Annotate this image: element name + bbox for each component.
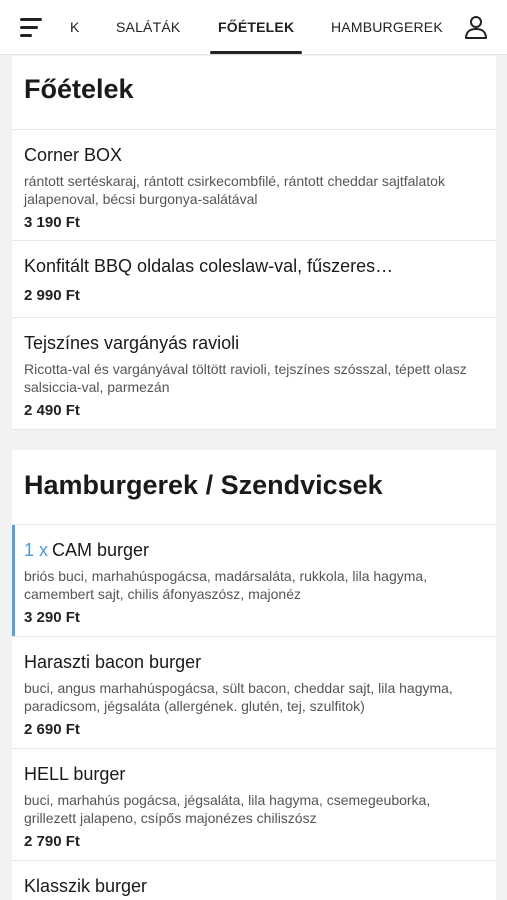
item-description: rántott sertéskaraj, rántott csirkecombf… [24, 173, 445, 207]
top-nav-bar: K SALÁTÁK FŐÉTELEK HAMBURGEREK [0, 0, 507, 55]
item-price: 3 290 Ft [24, 609, 80, 626]
item-description: briós buci, marhahúspogácsa, madársaláta… [24, 568, 428, 602]
item-name: Corner BOX [24, 145, 123, 165]
tab-k[interactable]: K [70, 0, 80, 55]
item-quantity: 1 x [24, 540, 49, 560]
tab-salatak[interactable]: SALÁTÁK [116, 0, 180, 55]
section-gap [12, 430, 496, 450]
item-name: 1 x CAM burger [24, 539, 484, 561]
item-price: 2 690 Ft [24, 721, 80, 738]
category-tabs: K SALÁTÁK FŐÉTELEK HAMBURGEREK [62, 0, 450, 55]
section-header: Főételek [12, 56, 496, 130]
item-name: Haraszti bacon burger [24, 652, 202, 672]
menu-item[interactable]: Haraszti bacon burger buci, angus marhah… [12, 637, 496, 749]
item-price: 3 190 Ft [24, 214, 80, 231]
menu-item[interactable]: Corner BOX rántott sertéskaraj, rántott … [12, 130, 496, 241]
menu-item[interactable]: HELL burger buci, marhahús pogácsa, jégs… [12, 749, 496, 861]
user-icon[interactable] [463, 14, 489, 40]
item-name: Klasszik burger [24, 876, 148, 896]
item-name-text: CAM burger [52, 540, 150, 560]
tab-foetelek[interactable]: FŐÉTELEK [218, 0, 294, 55]
tab-hamburgerek[interactable]: HAMBURGEREK [331, 0, 443, 55]
section-title: Főételek [24, 74, 134, 104]
item-price: 2 990 Ft [24, 287, 80, 304]
section-title: Hamburgerek / Szendvicsek [24, 470, 383, 500]
item-description: buci, angus marhahúspogácsa, sült bacon,… [24, 680, 453, 714]
menu-item[interactable]: Tejszínes vargányás ravioli Ricotta-val … [12, 318, 496, 430]
menu-item[interactable]: Klasszik burger [12, 861, 496, 900]
item-name: HELL burger [24, 764, 126, 784]
menu-item-selected[interactable]: 1 x CAM burger briós buci, marhahúspogács… [12, 525, 496, 637]
menu-icon[interactable] [20, 18, 44, 38]
item-price: 2 490 Ft [24, 402, 80, 419]
item-name: Tejszínes vargányás ravioli [24, 333, 240, 353]
item-description: Ricotta-val és vargányával töltött ravio… [24, 361, 467, 395]
section-header: Hamburgerek / Szendvicsek [12, 450, 496, 525]
item-description: buci, marhahús pogácsa, jégsaláta, lila … [24, 792, 431, 826]
item-price: 2 790 Ft [24, 833, 80, 850]
item-name: Konfitált BBQ oldalas coleslaw-val, fűsz… [24, 256, 394, 276]
menu-list: Főételek Corner BOX rántott sertéskaraj,… [12, 56, 496, 900]
menu-item[interactable]: Konfitált BBQ oldalas coleslaw-val, fűsz… [12, 241, 496, 318]
active-tab-indicator [210, 51, 302, 54]
